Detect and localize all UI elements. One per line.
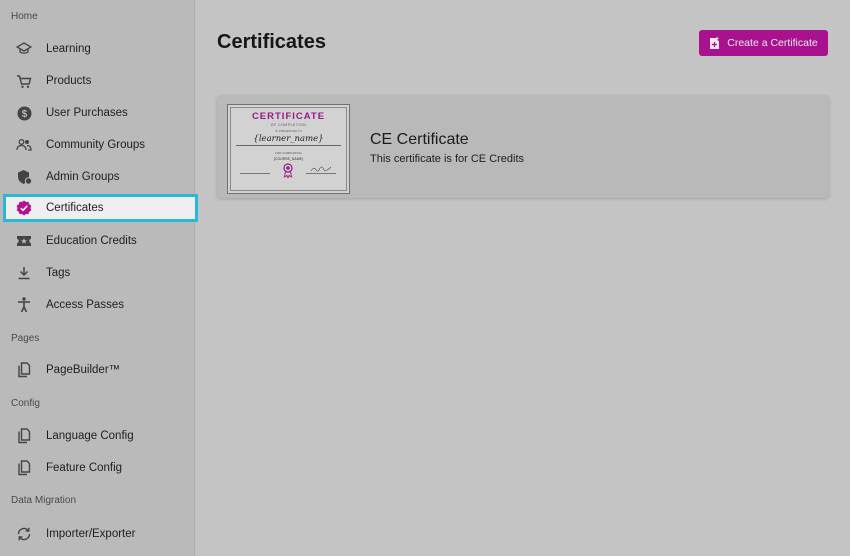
sync-icon: [16, 526, 32, 542]
sidebar-item-label: Access Passes: [46, 299, 124, 311]
sidebar-item-admin-groups[interactable]: Admin Groups: [6, 165, 196, 189]
verified-badge-icon: [16, 200, 32, 216]
admin-group-icon: [16, 169, 32, 185]
section-label-data-migration: Data Migration: [11, 495, 77, 506]
certificate-name: CE Certificate: [370, 131, 469, 148]
sidebar-item-label: Language Config: [46, 430, 134, 442]
thumbnail-course: {COURSE_NAME}: [273, 157, 304, 161]
download-icon: [16, 265, 32, 281]
sidebar-item-importer-exporter[interactable]: Importer/Exporter: [6, 522, 196, 546]
sidebar-item-label: Admin Groups: [46, 171, 120, 183]
certificate-description: This certificate is for CE Credits: [370, 153, 525, 165]
section-label-home: Home: [11, 11, 38, 22]
accessibility-icon: [16, 297, 32, 313]
sidebar-item-tags[interactable]: Tags: [6, 261, 196, 285]
copy-pages-icon: [16, 460, 32, 476]
dollar-icon: $: [16, 105, 32, 121]
sidebar-item-label: PageBuilder™: [46, 364, 121, 376]
sidebar-item-label: Learning: [46, 43, 91, 55]
svg-text:$: $: [21, 109, 27, 120]
sidebar-item-label: Products: [46, 75, 92, 87]
sidebar-item-education-credits[interactable]: Education Credits: [6, 229, 196, 253]
sidebar-item-learning[interactable]: Learning: [6, 37, 196, 61]
sidebar-item-label: Certificates: [46, 202, 104, 214]
sidebar-item-feature-config[interactable]: Feature Config: [6, 456, 196, 480]
graduation-cap-icon: [16, 41, 32, 57]
sidebar-item-access-passes[interactable]: Access Passes: [6, 293, 196, 317]
add-document-icon: [709, 36, 720, 50]
page-title: Certificates: [217, 31, 326, 53]
sidebar-item-label: Education Credits: [46, 235, 137, 247]
sidebar-item-user-purchases[interactable]: $ User Purchases: [6, 101, 196, 125]
thumbnail-for-text: FOR COMPLETING: [274, 151, 302, 155]
certificate-thumbnail: CERTIFICATE OF COMPLETION IS PRESENTED T…: [227, 104, 350, 194]
sidebar-item-certificates[interactable]: Certificates: [3, 194, 198, 222]
sidebar-item-label: User Purchases: [46, 107, 128, 119]
thumbnail-subtitle: OF COMPLETION: [270, 123, 307, 127]
thumbnail-title: CERTIFICATE: [251, 111, 326, 122]
certificate-card[interactable]: CERTIFICATE OF COMPLETION IS PRESENTED T…: [217, 95, 829, 198]
sidebar: Home Learning Products $ User Purchases …: [0, 0, 198, 556]
thumbnail-recipient: {learner_name}: [253, 134, 324, 144]
copy-pages-icon: [16, 428, 32, 444]
cart-icon: [16, 73, 32, 89]
copy-pages-icon: [16, 362, 32, 378]
sidebar-item-label: Feature Config: [46, 462, 123, 474]
thumbnail-presented: IS PRESENTED TO: [275, 129, 302, 133]
thumbnail-signature-line-left: [240, 173, 270, 174]
section-label-pages: Pages: [11, 333, 40, 344]
thumbnail-signature-image: [310, 165, 332, 174]
sidebar-item-label: Community Groups: [46, 139, 146, 151]
ribbon-seal-icon: [282, 163, 294, 184]
sidebar-item-products[interactable]: Products: [6, 69, 196, 93]
people-icon: [16, 137, 32, 153]
sidebar-item-pagebuilder[interactable]: PageBuilder™: [6, 358, 196, 382]
section-label-config: Config: [11, 398, 40, 409]
sidebar-item-label: Tags: [46, 267, 71, 279]
sidebar-item-language-config[interactable]: Language Config: [6, 424, 196, 448]
sidebar-item-label: Importer/Exporter: [46, 528, 136, 540]
ticket-star-icon: [16, 233, 32, 249]
thumbnail-divider: [236, 145, 341, 146]
sidebar-item-community-groups[interactable]: Community Groups: [6, 133, 196, 157]
create-certificate-button[interactable]: Create a Certificate: [699, 30, 828, 56]
create-certificate-label: Create a Certificate: [727, 37, 818, 49]
